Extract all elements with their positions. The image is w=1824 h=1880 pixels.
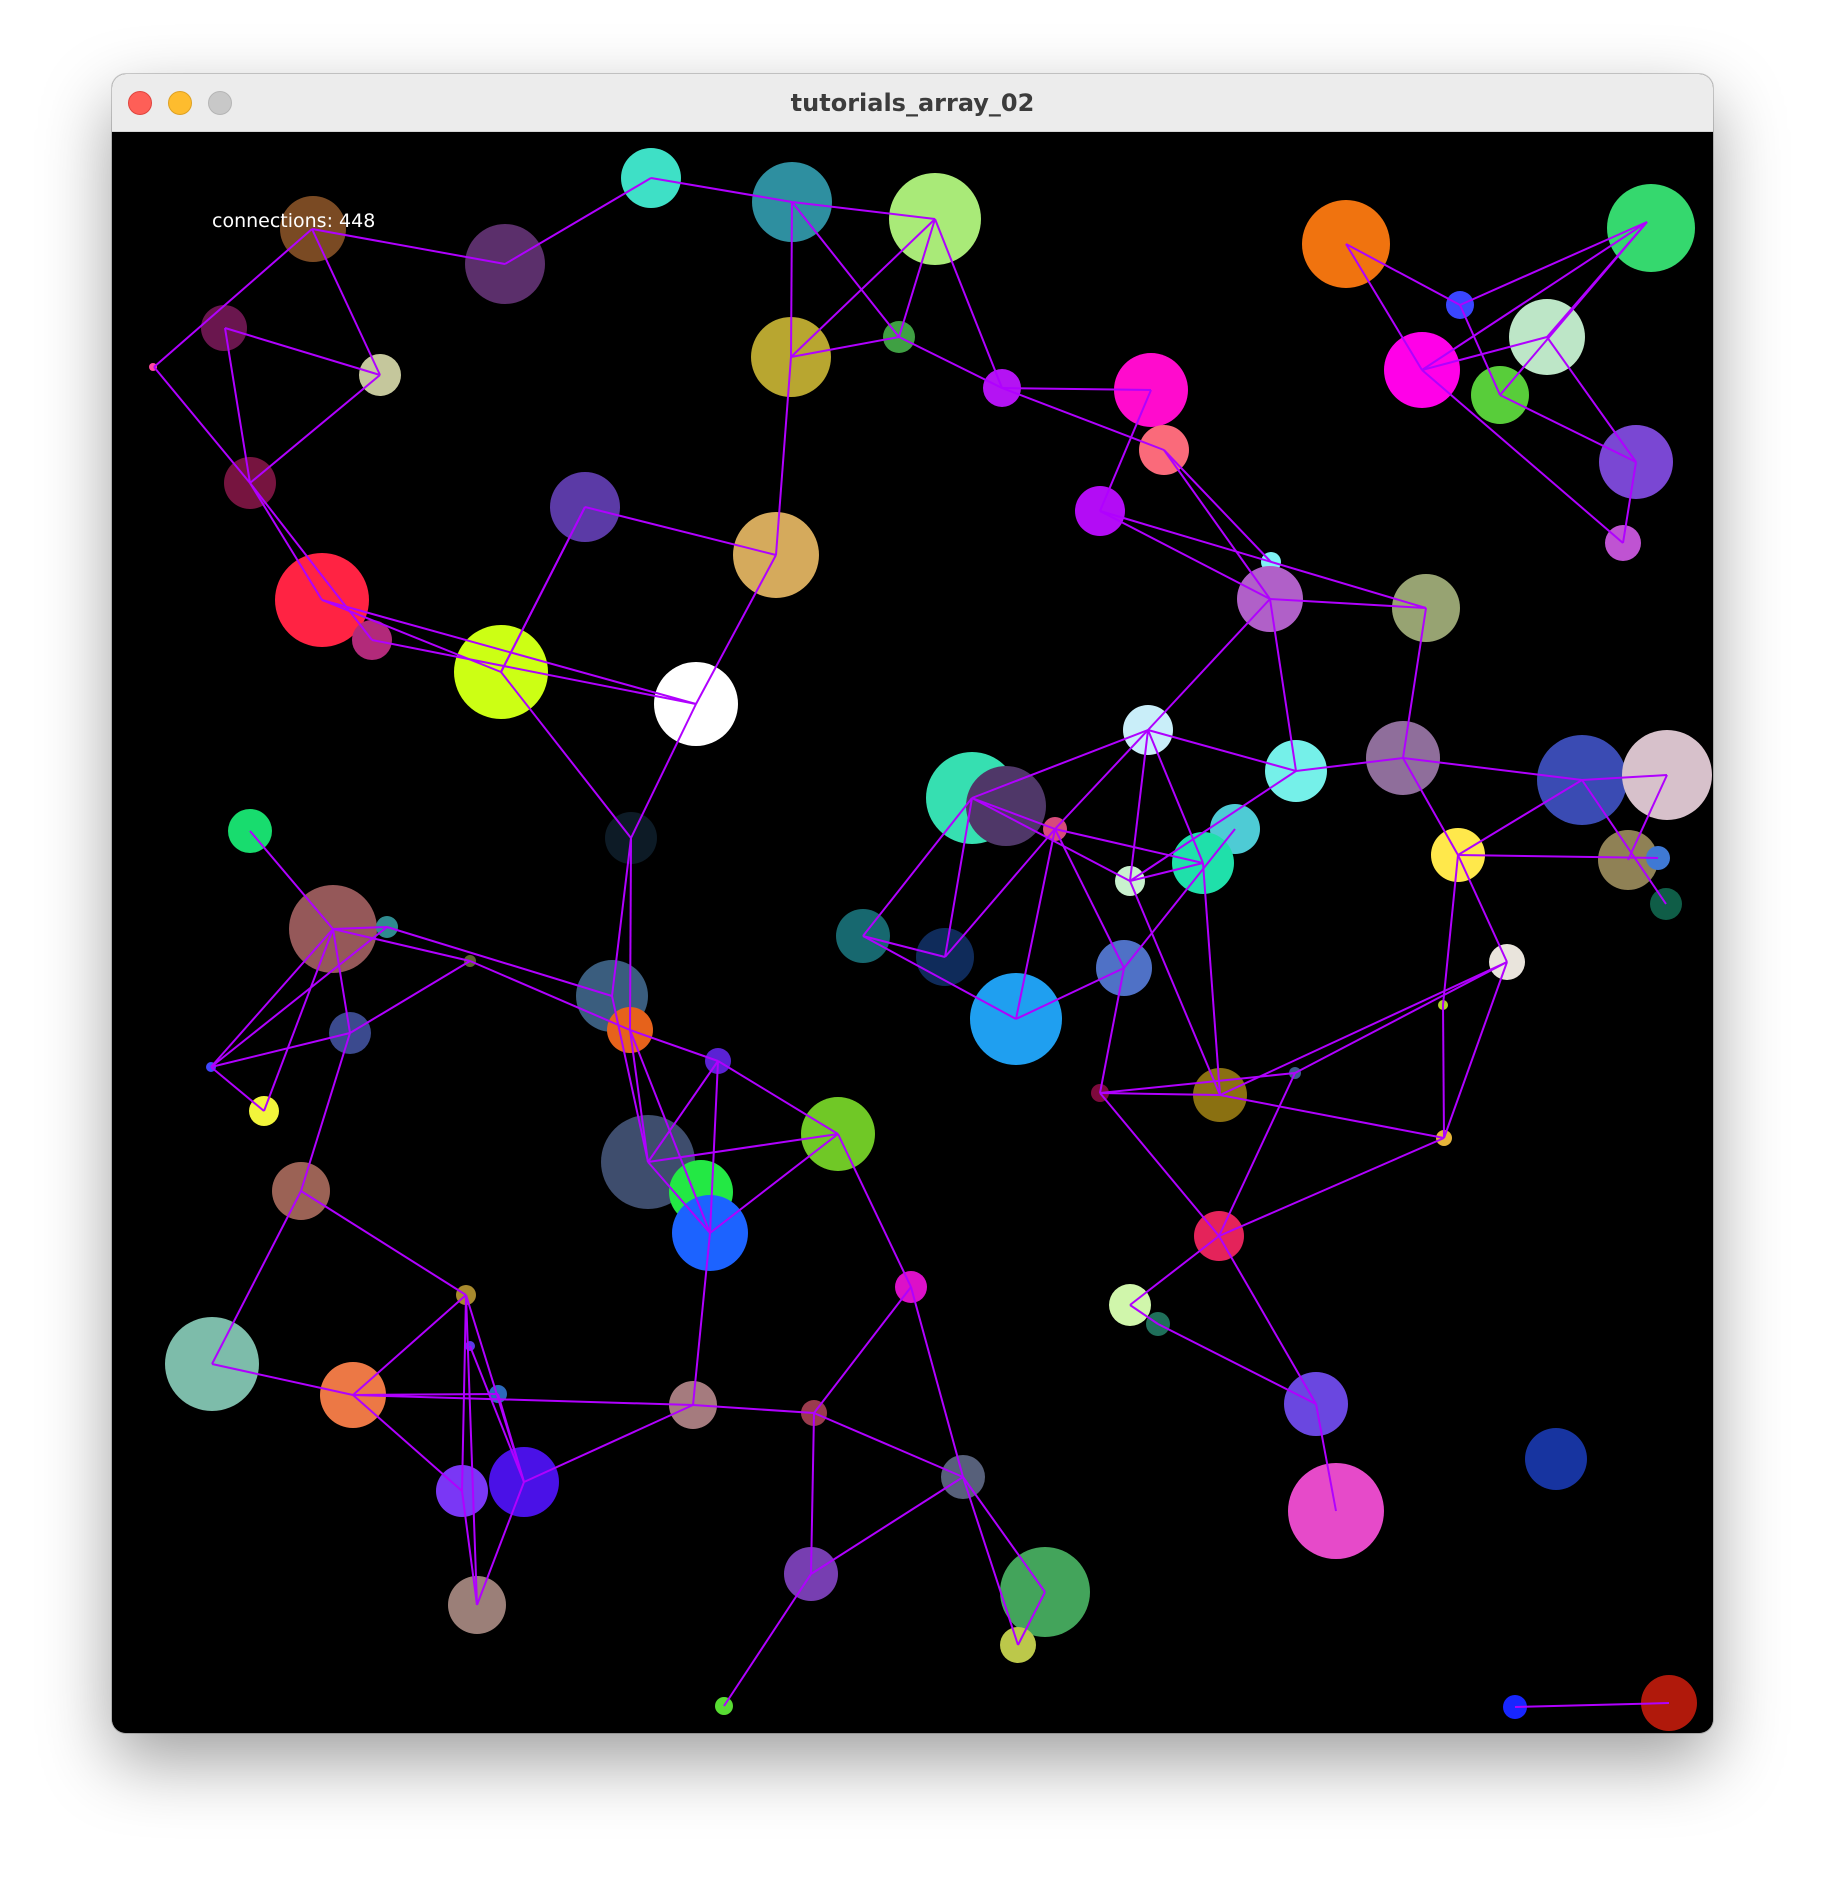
connection-line bbox=[224, 327, 251, 484]
connection-line bbox=[210, 928, 334, 1068]
connection-line bbox=[249, 374, 381, 484]
connection-line bbox=[1219, 961, 1508, 1096]
connection-line bbox=[1129, 1235, 1220, 1306]
connection-line bbox=[461, 1294, 467, 1492]
connections-count: 448 bbox=[339, 210, 376, 232]
connections-label: connections: bbox=[212, 210, 333, 232]
app-window: tutorials_array_02 connections: 448 bbox=[112, 74, 1713, 1733]
connection-line bbox=[352, 1394, 694, 1406]
connection-line bbox=[300, 1190, 467, 1296]
connection-line bbox=[810, 1476, 964, 1575]
connections-counter: connections: 448 bbox=[212, 210, 375, 232]
connection-line bbox=[352, 1294, 467, 1396]
connection-line bbox=[249, 830, 334, 930]
connection-line bbox=[837, 1133, 912, 1288]
connection-line bbox=[352, 1394, 463, 1492]
connection-line bbox=[210, 1066, 265, 1112]
connection-line bbox=[1459, 221, 1648, 306]
connection-line bbox=[311, 228, 381, 376]
connection-line bbox=[523, 1404, 694, 1483]
connection-line bbox=[944, 828, 1056, 958]
connection-line bbox=[629, 837, 632, 1031]
connection-line bbox=[1443, 961, 1508, 1139]
connection-line bbox=[1147, 729, 1204, 864]
particle-circle bbox=[1607, 184, 1695, 272]
connection-line bbox=[1147, 598, 1271, 731]
connection-line bbox=[153, 366, 251, 484]
particle-circle bbox=[201, 305, 247, 351]
connection-line bbox=[1294, 961, 1508, 1074]
connection-line bbox=[1546, 336, 1637, 463]
connection-line bbox=[386, 926, 613, 997]
connection-line bbox=[1218, 1137, 1445, 1237]
connection-line bbox=[1499, 394, 1637, 463]
connection-line bbox=[790, 201, 793, 358]
connection-line bbox=[500, 506, 586, 673]
connection-line bbox=[813, 1286, 912, 1414]
connection-line bbox=[717, 1060, 839, 1135]
connection-line bbox=[723, 1573, 812, 1707]
connection-line bbox=[211, 1190, 302, 1365]
connection-line bbox=[1054, 828, 1125, 969]
connection-line bbox=[500, 671, 632, 839]
connection-line bbox=[1457, 854, 1508, 963]
connection-line bbox=[898, 336, 1003, 389]
connection-line bbox=[910, 1286, 964, 1478]
title-bar[interactable]: tutorials_array_02 bbox=[112, 74, 1713, 132]
connection-line bbox=[1099, 1092, 1220, 1237]
connection-line bbox=[1442, 1004, 1445, 1139]
connection-line bbox=[1163, 449, 1271, 600]
connection-line bbox=[813, 1412, 964, 1478]
connection-line bbox=[695, 554, 777, 705]
connection-line bbox=[962, 1476, 1019, 1646]
particle-circle bbox=[966, 766, 1046, 846]
connection-line bbox=[224, 327, 381, 376]
particle-circle bbox=[1525, 1428, 1587, 1490]
connection-line bbox=[1054, 729, 1149, 830]
connection-line bbox=[862, 797, 973, 937]
connection-line bbox=[1219, 1094, 1445, 1139]
window-title: tutorials_array_02 bbox=[790, 89, 1035, 117]
sketch-canvas[interactable]: connections: 448 bbox=[112, 132, 1713, 1733]
network-visualization bbox=[149, 148, 1712, 1731]
connection-line bbox=[504, 177, 652, 265]
connection-line bbox=[349, 960, 471, 1034]
connection-line bbox=[300, 1032, 351, 1192]
